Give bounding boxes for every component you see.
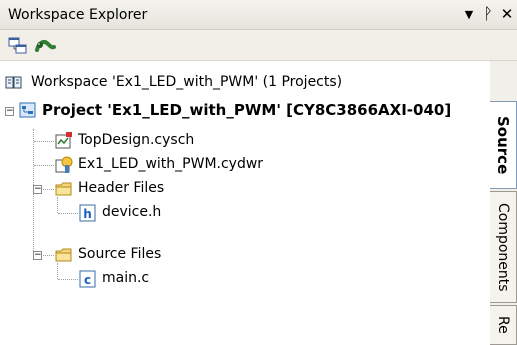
tree-item-label: Source Files	[78, 246, 162, 262]
c-file-icon: c	[79, 270, 96, 288]
tab-re[interactable]: Re	[490, 305, 517, 345]
tab-label: Re	[495, 316, 511, 334]
tree-line	[57, 263, 58, 279]
dropdown-arrow-icon[interactable]: ▼	[461, 6, 477, 24]
workspace-icon	[5, 76, 22, 89]
panel-title-bar: Workspace Explorer ▼ ᚹ ✕	[0, 0, 517, 30]
project-icon	[19, 102, 36, 118]
schematic-icon	[55, 132, 72, 149]
tree-item-label: main.c	[102, 270, 150, 286]
properties-button[interactable]	[7, 36, 29, 56]
folder-icon	[55, 182, 72, 196]
tab-label: Source	[494, 115, 512, 175]
tree-line	[58, 279, 78, 280]
design-wide-resources-icon	[55, 156, 73, 173]
svg-text:h: h	[83, 207, 92, 221]
svg-text:c: c	[84, 273, 91, 287]
tree-item-label: Header Files	[78, 180, 165, 196]
tree-line	[34, 165, 54, 166]
folder-icon	[55, 248, 72, 262]
tree-item-label: device.h	[102, 204, 162, 220]
tab-components[interactable]: Components	[490, 191, 517, 303]
tree-line	[58, 213, 78, 214]
close-icon[interactable]: ✕	[499, 5, 515, 23]
collapse-toggle[interactable]: −	[5, 107, 14, 116]
workspace-tree: Workspace 'Ex1_LED_with_PWM' (1 Projects…	[0, 61, 490, 341]
tree-item-label: Ex1_LED_with_PWM.cydwr	[78, 156, 264, 172]
panel-title: Workspace Explorer	[8, 7, 148, 23]
tree-item-label: Project 'Ex1_LED_with_PWM' [CY8C3866AXI-…	[42, 101, 452, 119]
python-button[interactable]	[34, 36, 56, 56]
tree-item-label: Workspace 'Ex1_LED_with_PWM' (1 Projects…	[31, 74, 343, 90]
collapse-toggle[interactable]: −	[33, 251, 42, 260]
side-tab-strip: Source Components Re	[490, 61, 517, 345]
tree-item-label: TopDesign.cysch	[78, 132, 195, 148]
tree-line	[34, 141, 54, 142]
snake-icon	[35, 40, 56, 52]
pin-icon[interactable]: ᚹ	[480, 5, 496, 23]
header-file-icon: h	[79, 204, 96, 222]
tab-source[interactable]: Source	[490, 101, 517, 189]
collapse-toggle[interactable]: −	[33, 185, 42, 194]
properties-icon	[8, 37, 27, 54]
toolbar	[0, 30, 517, 61]
tree-line	[57, 197, 58, 213]
tab-label: Components	[495, 202, 511, 292]
